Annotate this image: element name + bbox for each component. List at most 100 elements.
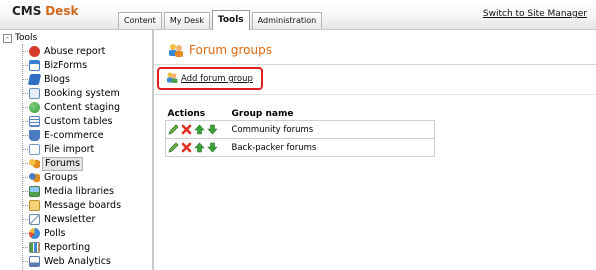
page-title: Forum groups (168, 43, 272, 57)
sidebar-item-media-libraries[interactable]: Media libraries (22, 185, 116, 198)
sidebar-item-label: Media libraries (44, 185, 114, 197)
group-name-cell: Back-packer forums (229, 138, 435, 157)
forums-icon (29, 158, 40, 169)
message-boards-icon (29, 200, 40, 211)
sidebar-item-message-boards[interactable]: Message boards (22, 199, 123, 212)
sidebar-item-label: Custom tables (44, 115, 113, 127)
delete-icon[interactable] (181, 124, 192, 135)
sidebar-item-label: BizForms (44, 59, 88, 71)
forum-groups-grid: Actions Group name Community forums Back… (165, 107, 435, 157)
row-actions (165, 138, 230, 157)
switch-to-site-manager-link[interactable]: Switch to Site Manager (483, 9, 587, 19)
content-staging-icon (29, 102, 40, 113)
sidebar-item-web-analytics[interactable]: Web Analytics (22, 255, 113, 268)
tree-branch (22, 121, 28, 122)
sidebar-item-abuse-report[interactable]: Abuse report (22, 45, 107, 58)
tree-branch (22, 247, 28, 248)
logo-desk: Desk (45, 4, 79, 18)
reporting-icon (29, 242, 40, 253)
booking-system-icon (29, 88, 40, 99)
app-logo: CMS Desk (12, 4, 78, 18)
tree-branch (22, 163, 28, 164)
move-down-icon[interactable] (207, 142, 218, 153)
tree-root-tools[interactable]: - Tools (3, 32, 37, 44)
sidebar-item-label: Content staging (44, 101, 121, 113)
main-content: Forum groups Add forum group Actions Gro… (154, 30, 596, 270)
tree-branch (22, 135, 28, 136)
sidebar-item-custom-tables[interactable]: Custom tables (22, 115, 114, 128)
tools-tree: - Tools Abuse report BizForms Blogs Book… (0, 30, 154, 270)
tree-branch (22, 51, 28, 52)
sidebar-item-groups[interactable]: Groups (22, 171, 80, 184)
tree-branch (22, 177, 28, 178)
add-forum-group-label: Add forum group (181, 74, 253, 84)
sidebar-item-forums[interactable]: Forums (22, 156, 84, 171)
polls-icon (29, 228, 40, 239)
sidebar-item-reporting[interactable]: Reporting (22, 241, 92, 254)
tab-tools[interactable]: Tools (211, 10, 250, 30)
sidebar-item-label: File import (44, 143, 95, 155)
newsletter-icon (29, 214, 40, 225)
tree-branch (22, 219, 28, 220)
collapse-icon[interactable]: - (3, 33, 12, 43)
main-tabs: Content My Desk Tools Administration (118, 10, 324, 30)
table-row: Community forums (165, 120, 435, 139)
row-actions (165, 120, 230, 139)
custom-tables-icon (29, 116, 40, 127)
sidebar-item-bizforms[interactable]: BizForms (22, 59, 89, 72)
tree-branch (22, 79, 28, 80)
table-row: Back-packer forums (165, 138, 435, 157)
sidebar-item-label: E-commerce (44, 129, 104, 141)
sidebar-item-label: Web Analytics (44, 255, 111, 267)
web-analytics-icon (29, 256, 40, 267)
sidebar-item-label: Reporting (44, 241, 91, 253)
tab-content[interactable]: Content (118, 12, 162, 29)
tree-branch (22, 191, 28, 192)
sidebar-item-label: Blogs (44, 73, 70, 85)
tree-branch (22, 93, 28, 94)
move-down-icon[interactable] (207, 124, 218, 135)
move-up-icon[interactable] (194, 124, 205, 135)
sidebar-item-blogs[interactable]: Blogs (22, 73, 72, 86)
tab-administration[interactable]: Administration (251, 12, 323, 29)
title-separator (154, 64, 596, 65)
page-title-text: Forum groups (189, 43, 272, 57)
tree-branch (22, 107, 28, 108)
tree-branch (22, 65, 28, 66)
tree-branch (22, 205, 28, 206)
tab-my-desk[interactable]: My Desk (163, 12, 210, 29)
tree-branch (22, 233, 28, 234)
sidebar-item-label: Groups (44, 171, 78, 183)
group-name-cell: Community forums (229, 120, 435, 139)
move-up-icon[interactable] (194, 142, 205, 153)
e-commerce-icon (29, 130, 40, 141)
add-group-icon (166, 72, 178, 86)
logo-cms: CMS (12, 4, 42, 18)
edit-icon[interactable] (168, 142, 179, 153)
tree-branch (22, 261, 28, 262)
abuse-report-icon (29, 46, 40, 57)
bizforms-icon (29, 60, 40, 71)
tree-branch (22, 149, 28, 150)
sidebar-item-file-import[interactable]: File import (22, 143, 96, 156)
blogs-icon (27, 74, 42, 85)
sidebar-item-label: Abuse report (44, 45, 106, 57)
file-import-icon (29, 144, 40, 155)
add-forum-group-link[interactable]: Add forum group (166, 72, 253, 86)
sidebar-item-label: Newsletter (44, 213, 96, 225)
sidebar-item-content-staging[interactable]: Content staging (22, 101, 122, 114)
media-libraries-icon (29, 186, 40, 197)
sidebar-item-label: Message boards (44, 199, 122, 211)
edit-icon[interactable] (168, 124, 179, 135)
delete-icon[interactable] (181, 142, 192, 153)
sidebar-item-label: Polls (44, 227, 66, 239)
sidebar-item-label: Forums (42, 156, 84, 171)
sidebar-item-label: Booking system (44, 87, 120, 99)
sidebar-item-newsletter[interactable]: Newsletter (22, 213, 97, 226)
sidebar-item-booking-system[interactable]: Booking system (22, 87, 122, 100)
column-header-group-name[interactable]: Group name (229, 107, 435, 121)
forum-groups-icon (168, 43, 184, 57)
sidebar-item-polls[interactable]: Polls (22, 227, 67, 240)
sidebar-item-e-commerce[interactable]: E-commerce (22, 129, 106, 142)
groups-icon (29, 172, 40, 183)
